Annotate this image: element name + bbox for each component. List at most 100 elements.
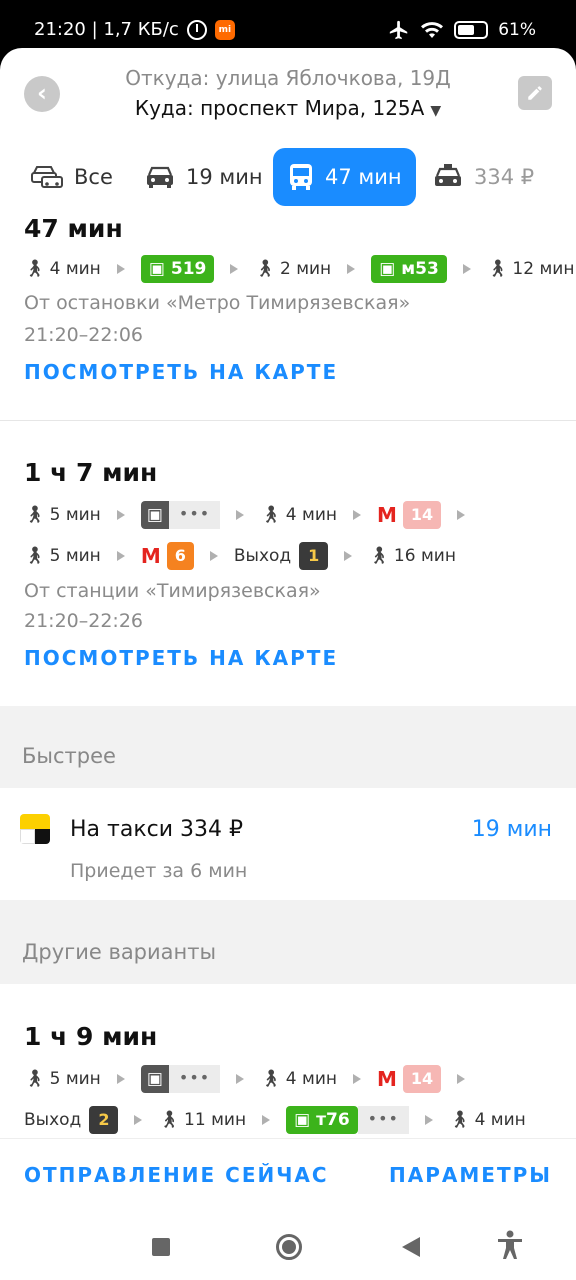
arrow-right-icon xyxy=(462,264,471,274)
arrow-right-icon xyxy=(347,264,356,274)
parameters-button[interactable]: ПАРАМЕТРЫ xyxy=(389,1163,552,1187)
walk-time: 5 мин xyxy=(49,505,101,525)
status-left: 21:20 | 1,7 КБ/с mi xyxy=(34,19,235,40)
metro-line-badge: 14 xyxy=(402,1065,442,1093)
more-stops-dots: ••• xyxy=(168,501,221,529)
section-other-label: Другие варианты xyxy=(22,940,217,964)
system-nav-bar xyxy=(0,1208,576,1280)
tram-icon: ▣ xyxy=(146,1069,163,1089)
edit-route-button[interactable] xyxy=(518,76,552,110)
walk-icon: 🚶︎ xyxy=(24,259,46,279)
tab-taxi[interactable]: 334 ₽ xyxy=(418,148,548,206)
battery-icon xyxy=(454,21,489,39)
walk-icon: 🚶︎ xyxy=(448,1110,471,1130)
arrow-right-icon xyxy=(236,510,245,520)
more-stops-dots: ••• xyxy=(168,1065,221,1093)
tram-chip: ▣ xyxy=(140,1065,169,1093)
walk-time: 4 мин xyxy=(285,1069,337,1089)
car-multi-icon xyxy=(31,166,63,188)
exit-number-badge: 1 xyxy=(299,542,329,570)
route-steps: 🚶︎ 4 мин ▣ 519 🚶︎ 2 мин ▣ м53 🚶︎ 12 мин xyxy=(24,254,574,284)
tab-all-label: Все xyxy=(74,165,113,189)
walk-icon: 🚶︎ xyxy=(260,505,282,525)
metro-icon: M xyxy=(377,1067,397,1091)
origin-address[interactable]: Откуда: улица Яблочкова, 19Д xyxy=(0,66,576,90)
taxi-price-title: На такси 334 ₽ xyxy=(70,817,243,842)
home-button[interactable] xyxy=(276,1234,302,1260)
tab-public-transport-label: 47 мин xyxy=(325,165,402,189)
status-time-speed: 21:20 | 1,7 КБ/с xyxy=(34,19,179,40)
bus-icon: ▣ xyxy=(294,1110,311,1130)
arrow-right-icon xyxy=(457,1074,466,1084)
battery-percent: 61% xyxy=(498,20,536,40)
walk-icon: 🚶︎ xyxy=(158,1110,181,1130)
section-header: Быстрее xyxy=(0,706,576,788)
bus-number: 519 xyxy=(170,259,207,279)
pencil-icon xyxy=(528,86,542,100)
walk-time: 4 мин xyxy=(49,259,101,279)
taxi-duration: 19 мин xyxy=(471,817,552,842)
status-right: 61% xyxy=(388,19,536,41)
walk-time: 12 мин xyxy=(512,259,575,279)
battery-level xyxy=(458,25,475,35)
recents-button[interactable] xyxy=(152,1238,170,1256)
show-on-map-link[interactable]: ПОСМОТРЕТЬ НА КАРТЕ xyxy=(24,360,338,384)
metro-icon: M xyxy=(377,503,397,527)
departure-now-button[interactable]: ОТПРАВЛЕНИЕ СЕЙЧАС xyxy=(24,1163,329,1187)
walk-icon: 🚶︎ xyxy=(486,259,509,279)
yandex-taxi-logo-icon xyxy=(20,814,50,844)
route-time-range: 21:20–22:26 xyxy=(24,610,144,632)
bus-icon xyxy=(290,164,312,190)
arrow-right-icon xyxy=(116,510,125,520)
arrow-right-icon xyxy=(457,510,466,520)
back-nav-button[interactable] xyxy=(402,1237,420,1257)
route-card[interactable]: 1 ч 7 мин 🚶︎ 5 мин ▣ ••• 🚶︎ 4 мин M 14 🚶︎ 5 м… xyxy=(0,420,576,706)
destination-address[interactable]: Куда: проспект Мира, 125А ▼ xyxy=(0,96,576,120)
bus-icon: ▣ xyxy=(148,259,165,279)
route-sheet: ‹ Откуда: улица Яблочкова, 19Д Куда: про… xyxy=(0,48,576,1280)
walk-icon: 🚶︎ xyxy=(24,546,46,566)
route-time-range: 21:20–22:06 xyxy=(24,324,144,346)
bus-number: т76 xyxy=(316,1110,350,1130)
exit-number-badge: 2 xyxy=(89,1106,119,1134)
more-stops-dots: ••• xyxy=(357,1106,409,1134)
route-origin-stop: От станции «Тимирязевская» xyxy=(24,580,321,602)
tab-public-transport[interactable]: 47 мин xyxy=(273,148,416,206)
metro-line-badge: 14 xyxy=(402,501,442,529)
walk-time: 4 мин xyxy=(474,1110,526,1130)
walk-time: 16 мин xyxy=(393,546,456,566)
tab-all[interactable]: Все xyxy=(16,148,127,206)
taxi-arrival: Приедет за 6 мин xyxy=(70,860,248,882)
walk-time: 2 мин xyxy=(279,259,332,279)
section-faster-label: Быстрее xyxy=(22,744,116,768)
walk-time: 11 мин xyxy=(184,1110,247,1130)
walk-icon: 🚶︎ xyxy=(24,505,46,525)
arrow-right-icon xyxy=(116,1074,125,1084)
walk-time: 5 мин xyxy=(49,1069,101,1089)
car-icon xyxy=(147,166,173,188)
show-on-map-link[interactable]: ПОСМОТРЕТЬ НА КАРТЕ xyxy=(24,646,338,670)
bus-icon: ▣ xyxy=(379,259,396,279)
route-duration: 1 ч 9 мин xyxy=(24,1022,158,1051)
taxi-icon xyxy=(435,164,461,186)
destination-label: Куда: проспект Мира, 125А xyxy=(134,96,425,120)
mi-app-icon: mi xyxy=(214,19,235,40)
route-card[interactable]: 47 мин 🚶︎ 4 мин ▣ 519 🚶︎ 2 мин ▣ м53 🚶︎ 12 ми… xyxy=(0,208,576,420)
route-duration: 1 ч 7 мин xyxy=(24,458,158,487)
metro-icon: M xyxy=(140,544,161,568)
walk-icon: 🚶︎ xyxy=(254,259,276,279)
tab-car-label: 19 мин xyxy=(186,165,263,189)
bottom-action-bar: ОТПРАВЛЕНИЕ СЕЙЧАС ПАРАМЕТРЫ xyxy=(0,1138,576,1208)
route-card[interactable]: 1 ч 9 мин 🚶︎ 5 мин ▣ ••• 🚶︎ 4 мин M 14 Выход… xyxy=(0,984,576,1144)
tab-car[interactable]: 19 мин xyxy=(130,148,277,206)
tram-chip: ▣ xyxy=(140,501,169,529)
arrow-right-icon xyxy=(236,1074,245,1084)
accessibility-icon[interactable] xyxy=(496,1230,524,1260)
arrow-right-icon xyxy=(116,551,125,561)
taxi-option[interactable]: На такси 334 ₽ 19 мин Приедет за 6 мин xyxy=(0,788,576,900)
wifi-icon xyxy=(421,22,444,38)
tab-taxi-label: 334 ₽ xyxy=(474,165,535,189)
route-steps: 🚶︎ 5 мин ▣ ••• 🚶︎ 4 мин M 14 xyxy=(24,1064,481,1094)
arrow-right-icon xyxy=(353,1074,361,1084)
transport-mode-tabs: Все 19 мин 47 мин 334 ₽ xyxy=(0,148,576,208)
